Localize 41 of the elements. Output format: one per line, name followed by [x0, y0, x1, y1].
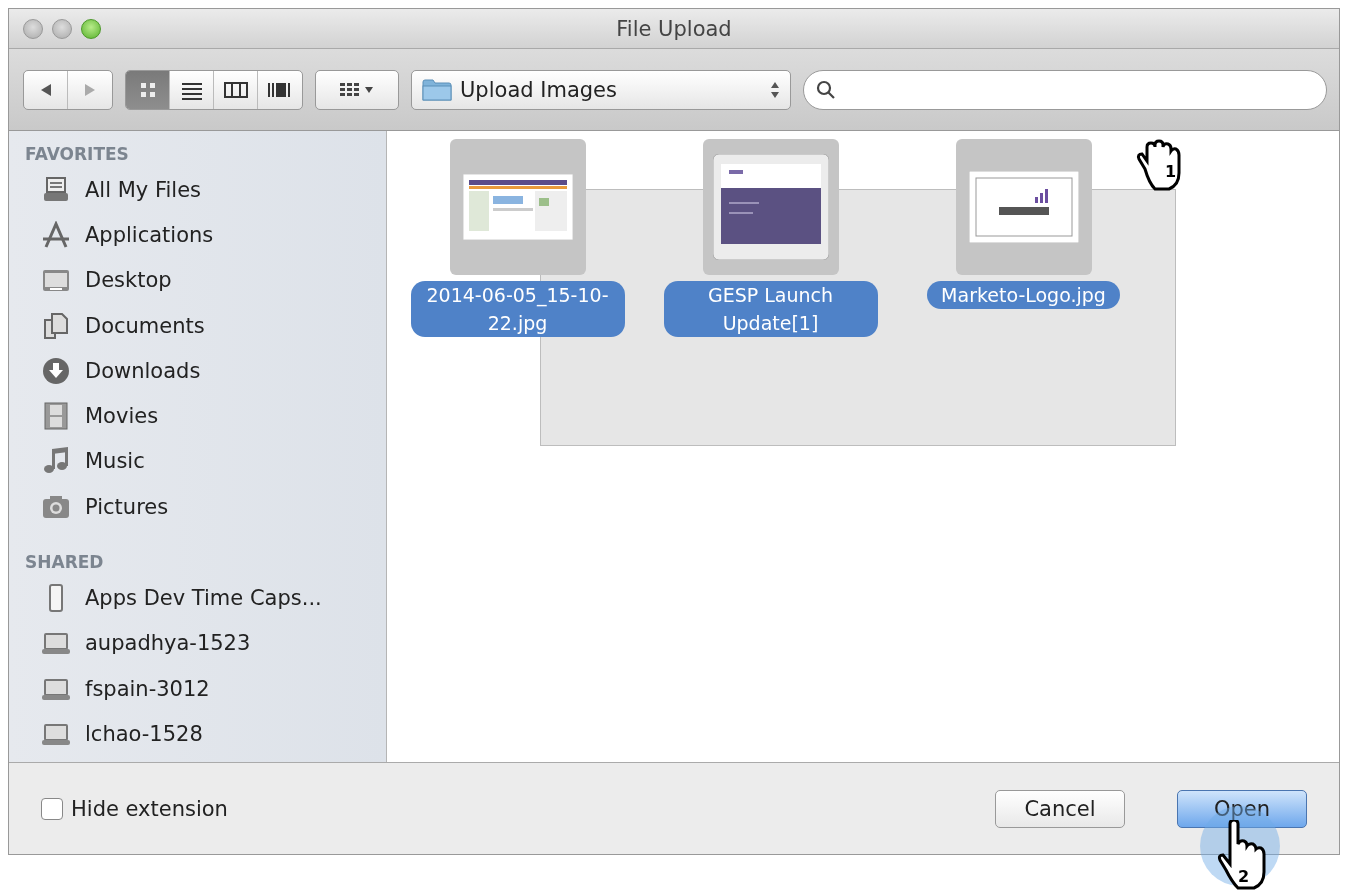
search-icon: [816, 79, 836, 100]
up-down-arrows-icon: [770, 80, 780, 99]
sidebar-item[interactable]: fspain-3012: [25, 665, 386, 712]
location-popup[interactable]: Upload Images: [411, 69, 791, 110]
file-name[interactable]: 2014-06-05_15-10-22.jpg: [410, 281, 625, 337]
window-title: File Upload: [615, 16, 733, 41]
movies-icon: [41, 402, 71, 431]
arrange-menu-icon: [339, 81, 375, 98]
thumbnail-frame[interactable]: [955, 139, 1092, 275]
sidebar-item[interactable]: Apps Dev Time Caps...: [25, 575, 386, 621]
checkbox[interactable]: [41, 797, 63, 820]
thumbnail-frame[interactable]: [449, 139, 586, 275]
sidebar-item[interactable]: lchao-1528: [25, 711, 386, 757]
icons-view-button[interactable]: [126, 70, 170, 109]
cancel-button[interactable]: Cancel: [995, 789, 1125, 828]
sidebar-item[interactable]: Music: [25, 438, 386, 485]
thumbnail-frame[interactable]: [702, 139, 839, 275]
files-icon: [41, 175, 71, 204]
sidebar-item[interactable]: Desktop: [25, 257, 386, 303]
sidebar-item[interactable]: Applications: [25, 212, 386, 258]
folder-icon: [422, 77, 452, 102]
columns-icon: [223, 80, 248, 99]
checkbox-label: Hide extension: [71, 796, 228, 821]
section-heading: FAVORITES: [25, 143, 130, 166]
sidebar-item[interactable]: Downloads: [25, 348, 386, 394]
zoom-icon[interactable]: [81, 18, 101, 39]
sidebar-item[interactable]: Pictures: [25, 484, 386, 530]
section-heading: SHARED: [25, 551, 105, 575]
cover-flow-icon: [267, 80, 293, 99]
documents-icon: [41, 311, 71, 340]
search-field[interactable]: [803, 69, 1327, 110]
arrange-button[interactable]: [315, 69, 399, 110]
sidebar-item[interactable]: Movies: [25, 393, 386, 439]
file-name[interactable]: Marketo-Logo.jpg: [927, 281, 1120, 309]
sidebar-item[interactable]: Documents: [25, 302, 386, 349]
sidebar-item[interactable]: aupadhya-1523: [25, 620, 386, 666]
sidebar-item[interactable]: All My Files: [25, 167, 386, 213]
music-icon: [41, 447, 71, 476]
downloads-icon: [41, 356, 71, 385]
file-name[interactable]: GESP Launch Update[1]: [663, 281, 878, 337]
apps-icon: [41, 220, 71, 249]
